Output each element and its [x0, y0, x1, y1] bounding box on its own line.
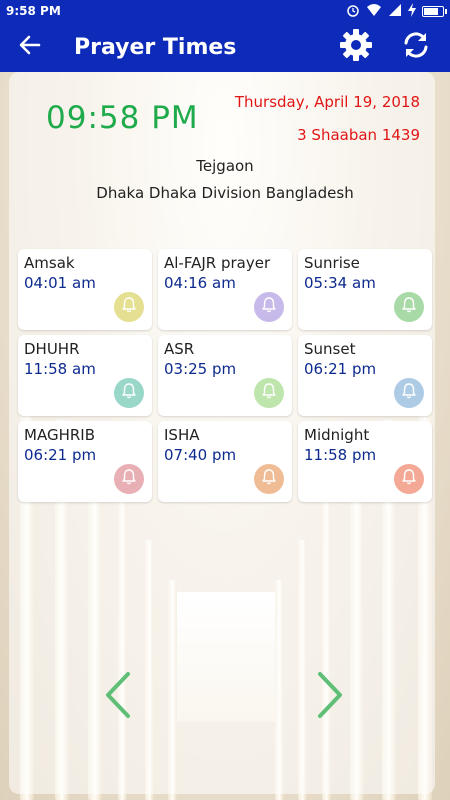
- prayer-time: 11:58 am: [24, 360, 96, 378]
- prayer-name: ASR: [164, 340, 195, 358]
- bell-icon: [400, 382, 418, 404]
- prayer-time: 07:40 pm: [164, 446, 237, 464]
- prayer-time: 03:25 pm: [164, 360, 237, 378]
- prayer-card-sunrise: Sunrise 05:34 am: [298, 249, 432, 330]
- prayer-time: 06:21 pm: [304, 360, 377, 378]
- bell-icon: [400, 296, 418, 318]
- prayer-time: 05:34 am: [304, 274, 376, 292]
- status-time: 9:58 PM: [6, 4, 61, 18]
- alarm-toggle-button[interactable]: [394, 378, 424, 408]
- prayer-name: Al-FAJR prayer: [164, 254, 271, 272]
- alarm-icon: [346, 3, 360, 20]
- bell-icon: [260, 296, 278, 318]
- alarm-toggle-button[interactable]: [254, 292, 284, 322]
- page-title: Prayer Times: [74, 34, 237, 60]
- bell-icon: [120, 296, 138, 318]
- bell-icon: [400, 468, 418, 490]
- bell-icon: [260, 382, 278, 404]
- previous-day-button[interactable]: [98, 672, 138, 722]
- location-region: Dhaka Dhaka Division Bangladesh: [96, 184, 354, 202]
- prayer-card-fajr: Al-FAJR prayer 04:16 am: [158, 249, 292, 330]
- location-city: Tejgaon: [196, 157, 254, 175]
- gear-icon: [338, 27, 374, 67]
- back-arrow-icon: [19, 35, 41, 59]
- alarm-toggle-button[interactable]: [394, 464, 424, 494]
- prayer-time: 04:16 am: [164, 274, 236, 292]
- prayer-name: Sunset: [304, 340, 356, 358]
- app-bar: Prayer Times: [0, 22, 450, 72]
- prayer-name: DHUHR: [24, 340, 80, 358]
- prayer-card-sunset: Sunset 06:21 pm: [298, 335, 432, 416]
- charging-icon: [408, 2, 416, 20]
- settings-button[interactable]: [336, 27, 376, 67]
- bell-icon: [120, 468, 138, 490]
- prayer-card-amsak: Amsak 04:01 am: [18, 249, 152, 330]
- prayer-time: 06:21 pm: [24, 446, 97, 464]
- refresh-button[interactable]: [396, 27, 436, 67]
- alarm-toggle-button[interactable]: [114, 378, 144, 408]
- chevron-right-icon: [314, 671, 346, 723]
- prayer-name: Midnight: [304, 426, 370, 444]
- bell-icon: [120, 382, 138, 404]
- prayer-card-asr: ASR 03:25 pm: [158, 335, 292, 416]
- chevron-left-icon: [102, 671, 134, 723]
- prayer-name: Sunrise: [304, 254, 360, 272]
- alarm-toggle-button[interactable]: [114, 292, 144, 322]
- prayer-card-isha: ISHA 07:40 pm: [158, 421, 292, 502]
- prayer-card-dhuhr: DHUHR 11:58 am: [18, 335, 152, 416]
- bell-icon: [260, 468, 278, 490]
- current-time-clock: 09:58 PM: [46, 100, 199, 136]
- signal-icon: [388, 3, 402, 20]
- gregorian-date: Thursday, April 19, 2018: [234, 93, 420, 111]
- hijri-date: 3 Shaaban 1439: [297, 126, 420, 144]
- wifi-icon: [366, 3, 382, 20]
- prayer-times-grid: Amsak 04:01 am Al-FAJR prayer 04:16 am S…: [18, 249, 432, 502]
- status-bar: 9:58 PM: [0, 0, 450, 22]
- prayer-name: ISHA: [164, 426, 200, 444]
- alarm-toggle-button[interactable]: [254, 378, 284, 408]
- prayer-card-maghrib: MAGHRIB 06:21 pm: [18, 421, 152, 502]
- alarm-toggle-button[interactable]: [254, 464, 284, 494]
- back-button[interactable]: [0, 22, 60, 72]
- prayer-name: Amsak: [24, 254, 75, 272]
- prayer-time: 04:01 am: [24, 274, 96, 292]
- prayer-card-midnight: Midnight 11:58 pm: [298, 421, 432, 502]
- refresh-icon: [400, 29, 432, 65]
- alarm-toggle-button[interactable]: [114, 464, 144, 494]
- next-day-button[interactable]: [310, 672, 350, 722]
- alarm-toggle-button[interactable]: [394, 292, 424, 322]
- prayer-time: 11:58 pm: [304, 446, 377, 464]
- prayer-name: MAGHRIB: [24, 426, 95, 444]
- battery-icon: [422, 5, 447, 17]
